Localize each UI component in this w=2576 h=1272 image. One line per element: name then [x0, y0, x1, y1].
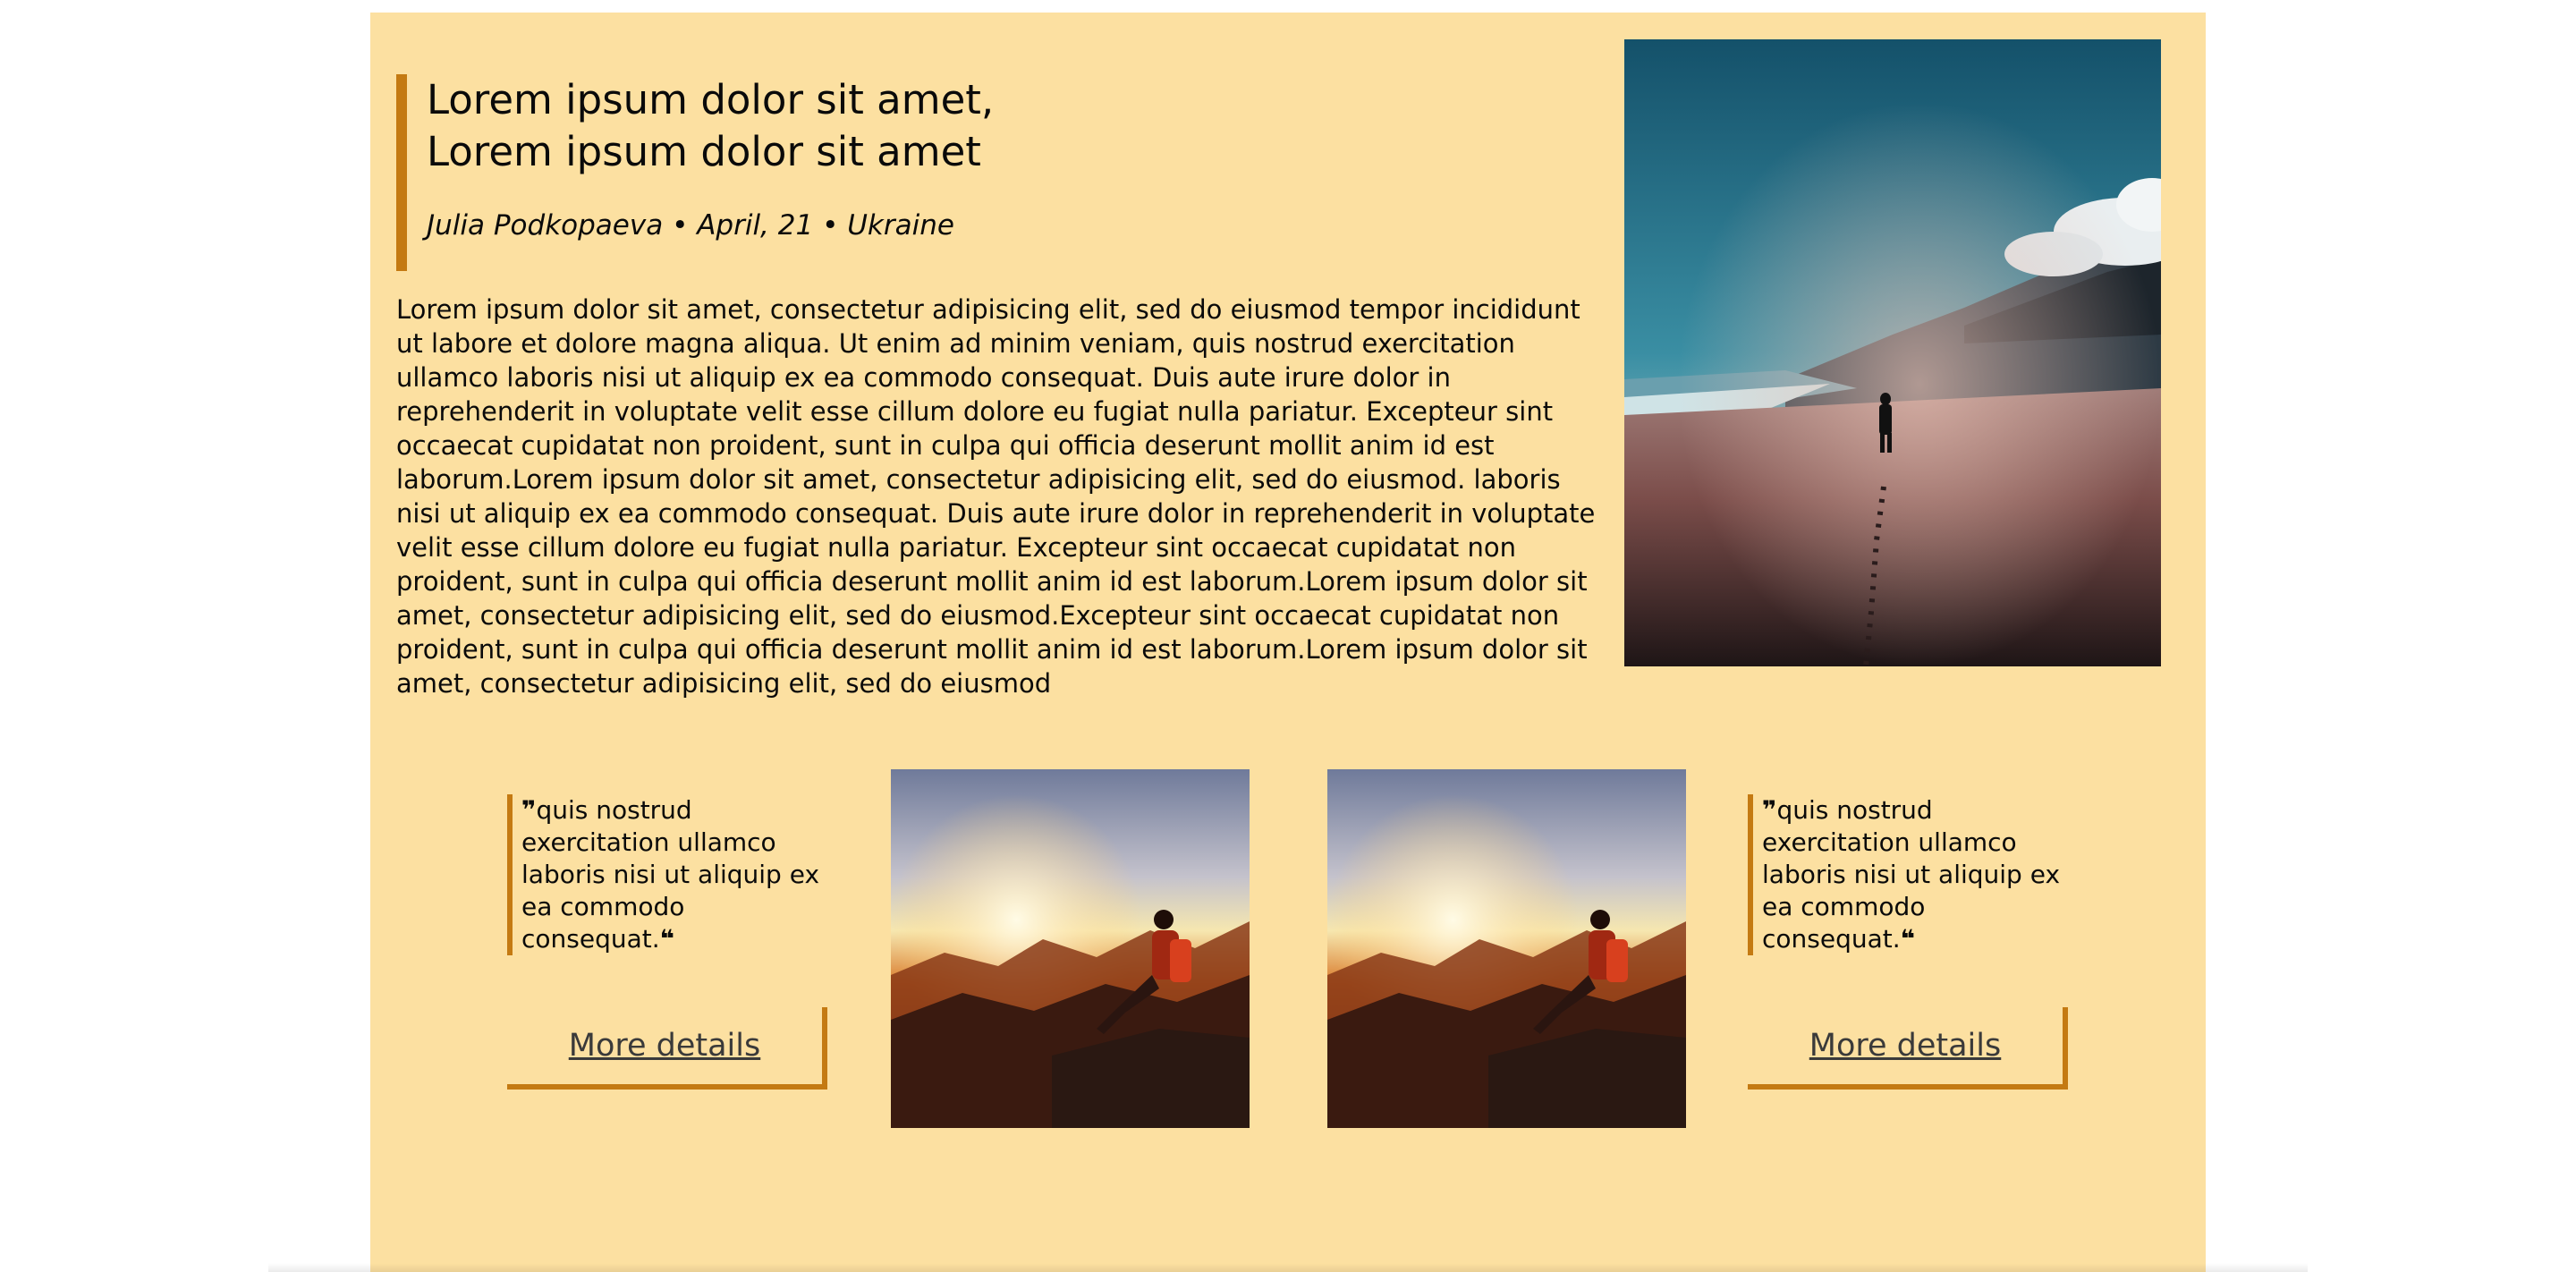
sunset-hiker-image [1327, 769, 1686, 1128]
more-details-button[interactable]: More details [1748, 1007, 2068, 1090]
quote-close-icon: ❝ [1900, 924, 1916, 954]
more-details-button[interactable]: More details [507, 1007, 827, 1090]
article-title-line-1: Lorem ipsum dolor sit amet, [427, 76, 995, 123]
quote-block: ❞quis nostrud exercitation ullamco labor… [1748, 794, 2061, 955]
quote-open-icon: ❞ [1762, 795, 1777, 825]
quote-block: ❞quis nostrud exercitation ullamco labor… [507, 794, 820, 955]
article-title-line-2: Lorem ipsum dolor sit amet [427, 128, 981, 175]
article-body: Lorem ipsum dolor sit amet, consectetur … [396, 294, 1596, 699]
quote-open-icon: ❞ [521, 795, 537, 825]
page-bottom-shadow [268, 1263, 2308, 1272]
sunset-hiker-image [891, 769, 1250, 1128]
hero-image [1624, 39, 2161, 666]
article-byline: Julia Podkopaeva • April, 21 • Ukraine [427, 209, 954, 242]
article-card: Lorem ipsum dolor sit amet, Lorem ipsum … [370, 13, 2206, 1272]
article-header: Lorem ipsum dolor sit amet, Lorem ipsum … [396, 74, 1559, 271]
quote-close-icon: ❝ [659, 924, 675, 954]
article-title: Lorem ipsum dolor sit amet, Lorem ipsum … [427, 74, 1559, 178]
